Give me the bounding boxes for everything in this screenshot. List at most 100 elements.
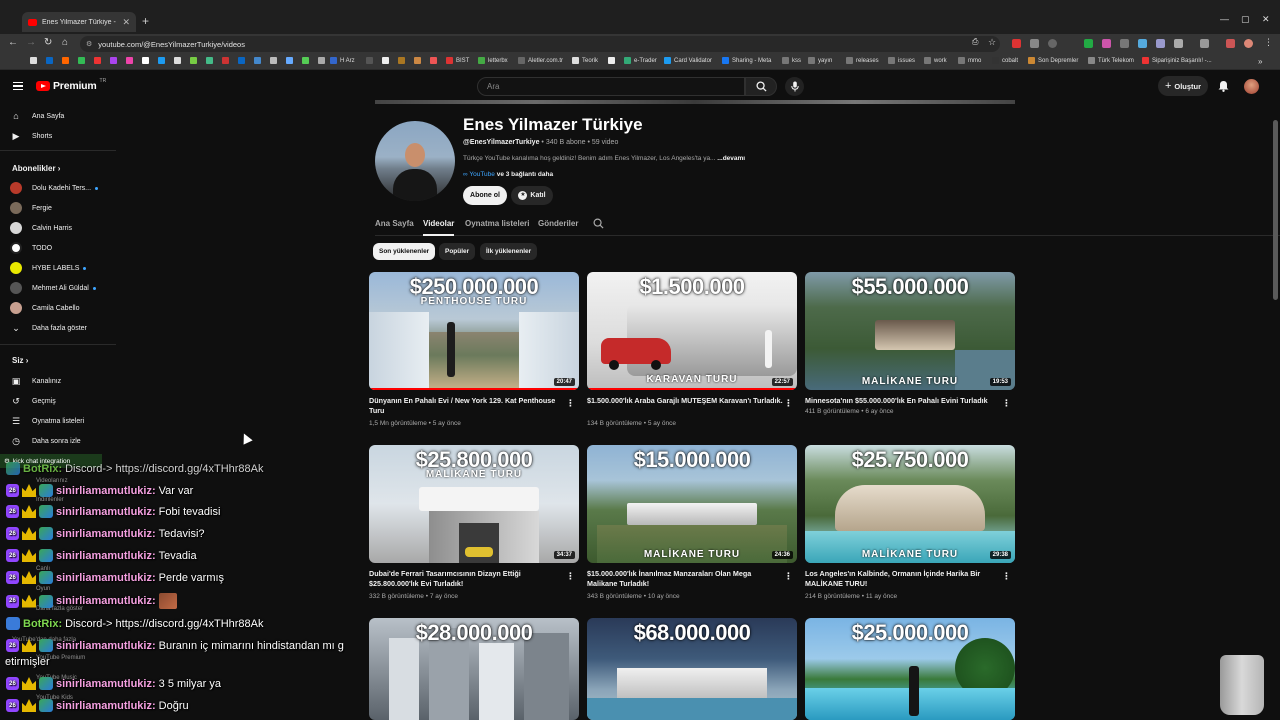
tab-videos[interactable]: Videolar <box>423 219 455 236</box>
tab-home[interactable]: Ana Sayfa <box>375 219 414 228</box>
bookmark-item[interactable]: kss <box>782 57 801 64</box>
video-thumbnail[interactable]: $68.000.000 <box>587 618 797 720</box>
bookmark-icon[interactable] <box>206 57 213 64</box>
install-icon[interactable]: ⎙ <box>972 37 978 47</box>
video-thumbnail[interactable]: $28.000.000 <box>369 618 579 720</box>
video-thumbnail[interactable]: $1.500.000 KARAVAN TURU 22:57 <box>587 272 797 390</box>
video-thumbnail[interactable]: $25.000.000 <box>805 618 1015 720</box>
video-card[interactable]: $1.500.000 KARAVAN TURU 22:57 $1.500.000… <box>587 272 797 427</box>
extension-icon[interactable] <box>1138 39 1147 48</box>
site-info-icon[interactable]: ⚙ <box>86 40 92 48</box>
sidepanel-icon[interactable] <box>1200 39 1209 48</box>
video-card[interactable]: $55.000.000 MALİKANE TURU 19:53 Minnesot… <box>805 272 1015 415</box>
bookmark-icon[interactable] <box>254 57 261 64</box>
linkedin-icon[interactable] <box>46 57 53 64</box>
page-scrollbar[interactable] <box>1273 120 1278 300</box>
address-bar[interactable]: ⚙ youtube.com/@EnesYilmazerTurkiye/video… <box>80 36 1000 52</box>
bookmark-icon[interactable] <box>142 57 149 64</box>
bookmark-star-icon[interactable]: ☆ <box>988 37 996 48</box>
sidebar-item-your-channel[interactable]: ▣ Kanalınız <box>10 373 61 389</box>
video-menu-icon[interactable]: ⋮ <box>1002 398 1011 409</box>
github-icon[interactable] <box>30 57 37 64</box>
forward-icon[interactable]: → <box>26 37 36 48</box>
notifications-bell-icon[interactable] <box>1218 80 1229 92</box>
new-tab-icon[interactable]: + <box>142 14 149 28</box>
video-card[interactable]: $25.800.000 MALİKANE TURU 34:37 Dubai'de… <box>369 445 579 600</box>
bookmark-item[interactable]: Teorik <box>572 57 598 64</box>
bookmark-item[interactable]: Sharing - Meta <box>722 57 771 64</box>
channel-description[interactable]: Türkçe YouTube kanalıma hoş geldiniz! Be… <box>463 155 745 162</box>
sidebar-item-history[interactable]: ↺ Geçmiş <box>10 393 56 409</box>
back-icon[interactable]: ← <box>8 37 18 48</box>
join-button[interactable]: ★ Katıl <box>511 186 553 205</box>
subscribe-button[interactable]: Abone ol <box>463 186 507 205</box>
bookmark-item[interactable]: BIST <box>446 57 469 64</box>
you-header[interactable]: Siz › <box>12 356 28 365</box>
search-input[interactable]: Ara <box>477 77 745 96</box>
video-menu-icon[interactable]: ⋮ <box>566 398 575 409</box>
bookmark-item[interactable]: Card Validator <box>664 57 712 64</box>
chip-oldest[interactable]: İlk yüklenenler <box>480 243 538 260</box>
video-card[interactable]: $68.000.000 <box>587 618 797 720</box>
bookmark-item[interactable]: releases <box>846 57 879 64</box>
bookmark-item[interactable]: Siparişiniz Başarılı! -... <box>1142 57 1212 64</box>
video-menu-icon[interactable]: ⋮ <box>566 571 575 582</box>
voice-search-button[interactable] <box>785 77 804 96</box>
minimize-icon[interactable]: — <box>1220 14 1229 24</box>
bookmark-item[interactable]: e-Trader <box>624 57 657 64</box>
extension-icon[interactable] <box>1102 39 1111 48</box>
bookmark-icon[interactable] <box>318 57 325 64</box>
channel-search-icon[interactable] <box>593 218 604 229</box>
linkedin-icon[interactable] <box>238 57 245 64</box>
extension-icon[interactable] <box>1226 39 1235 48</box>
bookmark-item[interactable]: issues <box>888 57 915 64</box>
video-title[interactable]: $15.000.000'lık İnanılmaz Manzaraları Ol… <box>587 569 783 589</box>
video-title[interactable]: Dünyanın En Pahalı Evi / New York 129. K… <box>369 396 565 416</box>
guide-menu-icon[interactable] <box>13 82 23 90</box>
reload-icon[interactable]: ↻ <box>44 37 52 48</box>
bookmark-icon[interactable] <box>78 57 85 64</box>
bookmark-icon[interactable] <box>286 57 293 64</box>
bookmark-icon[interactable] <box>222 57 229 64</box>
bookmark-item[interactable]: H Arz <box>330 57 355 64</box>
account-avatar[interactable] <box>1244 79 1259 94</box>
extension-icon[interactable] <box>1048 39 1057 48</box>
tab-posts[interactable]: Gönderiler <box>538 219 578 228</box>
bookmark-item[interactable]: Türk Telekom <box>1088 57 1134 64</box>
video-card[interactable]: $28.000.000 <box>369 618 579 720</box>
sidebar-item-gaming[interactable]: Oyun <box>36 586 50 592</box>
bookmark-icon[interactable] <box>398 57 405 64</box>
video-card[interactable]: $25.750.000 MALİKANE TURU 29:38 Los Ange… <box>805 445 1015 600</box>
sidebar-subscription[interactable]: Dolu Kadehi Ters... <box>10 180 99 196</box>
sidebar-subscription[interactable]: TODO <box>10 240 52 256</box>
bookmark-icon[interactable] <box>110 57 117 64</box>
window-close-icon[interactable]: ✕ <box>1262 14 1270 25</box>
chip-popular[interactable]: Popüler <box>439 243 476 260</box>
video-card[interactable]: $250.000.000 PENTHOUSE TURU 20:47 Dünyan… <box>369 272 579 427</box>
more-bookmarks-icon[interactable]: » <box>1258 57 1262 66</box>
video-title[interactable]: $1.500.000'lık Araba Garajlı MUTEŞEM Kar… <box>587 396 783 406</box>
create-button[interactable]: + Oluştur <box>1158 76 1208 96</box>
extension-icon[interactable] <box>1120 39 1129 48</box>
bookmark-icon[interactable] <box>62 57 69 64</box>
youtube-premium-logo[interactable]: Premium TR <box>36 78 106 92</box>
subscriptions-header[interactable]: Abonelikler › <box>12 164 60 173</box>
bookmark-icon[interactable] <box>302 57 309 64</box>
bookmark-item[interactable]: Son Depremler <box>1028 57 1078 64</box>
bookmark-icon[interactable] <box>158 57 165 64</box>
browser-menu-icon[interactable]: ⋮ <box>1264 37 1273 48</box>
tiktok-icon[interactable] <box>382 57 389 64</box>
extension-icon[interactable] <box>1084 39 1093 48</box>
sidebar-subscription[interactable]: HYBE LABELS <box>10 260 87 276</box>
sidebar-item-shorts[interactable]: ▶ Shorts <box>10 128 53 144</box>
sidebar-item-home[interactable]: ⌂ Ana Sayfa <box>10 108 64 124</box>
x-icon[interactable] <box>174 57 181 64</box>
tab-playlists[interactable]: Oynatma listeleri <box>465 219 529 228</box>
video-thumbnail[interactable]: $250.000.000 PENTHOUSE TURU 20:47 <box>369 272 579 390</box>
sidebar-subscription[interactable]: Fergie <box>10 200 52 216</box>
video-menu-icon[interactable]: ⋮ <box>784 398 793 409</box>
sidebar-item-playlists[interactable]: ☰ Oynatma listeleri <box>10 413 84 429</box>
extensions-puzzle-icon[interactable] <box>1174 39 1183 48</box>
search-button[interactable] <box>745 77 777 96</box>
chip-latest[interactable]: Son yüklenenler <box>373 243 436 260</box>
